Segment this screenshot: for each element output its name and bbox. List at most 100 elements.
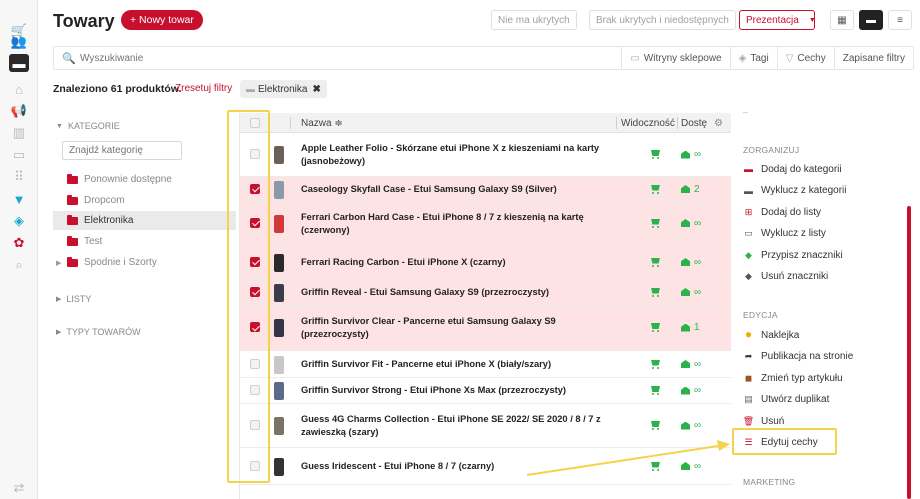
stock-indicator: ∞ xyxy=(681,287,701,298)
search-icon[interactable]: ⌕ xyxy=(9,256,29,274)
action-folder-remove[interactable]: ▬ Wyklucz z kategorii xyxy=(743,183,847,199)
chevron-right-icon[interactable]: ▶ xyxy=(56,259,61,267)
table-row[interactable]: Griffin Survivor Clear - Pancerne etui S… xyxy=(240,305,731,351)
products-table: Nazwa ≑ Widoczność Dostę ⚙ Apple Leather… xyxy=(239,113,731,499)
product-name[interactable]: Caseology Skyfall Case - Etui Samsung Ga… xyxy=(301,183,621,196)
product-name[interactable]: Griffin Survivor Fit - Pancerne etui iPh… xyxy=(301,358,621,371)
folder-icon xyxy=(67,173,78,184)
category-item-selected[interactable]: Elektronika xyxy=(53,211,236,230)
warehouse-icon xyxy=(681,323,690,332)
palette-icon[interactable]: ✿ xyxy=(9,234,29,252)
list-icon[interactable]: ▬ xyxy=(859,10,883,30)
product-name[interactable]: Ferrari Racing Carbon - Etui iPhone X (c… xyxy=(301,256,621,269)
archive-icon[interactable]: ▬ xyxy=(9,54,29,72)
filter-chip[interactable]: ▬ Elektronika ✖ xyxy=(240,80,327,98)
tag-icon[interactable]: ◈ xyxy=(9,212,29,230)
compact-list-icon[interactable]: ≡ xyxy=(888,10,912,30)
action-share[interactable]: ➦ Publikacja na stronie xyxy=(743,349,854,365)
filter-hidden-button[interactable]: Nie ma ukrytych xyxy=(491,10,577,30)
stock-indicator: ∞ xyxy=(681,461,701,472)
categories-header[interactable]: ▼ KATEGORIE xyxy=(56,121,120,131)
table-row[interactable]: Griffin Survivor Strong - Etui iPhone Xs… xyxy=(240,378,731,404)
types-header[interactable]: ▶ TYPY TOWARÓW xyxy=(56,327,141,337)
action-tag-add[interactable]: ◆ Przypisz znaczniki xyxy=(743,247,843,263)
lists-header[interactable]: ▶ LISTY xyxy=(56,294,91,304)
storefront-filter[interactable]: ▭ Witryny sklepowe xyxy=(621,46,729,70)
chart-icon[interactable]: ▥ xyxy=(9,124,29,142)
column-divider xyxy=(677,117,678,129)
product-name[interactable]: Apple Leather Folio - Skórzane etui iPho… xyxy=(301,142,621,168)
tag-icon: ◈ xyxy=(738,52,747,64)
table-row[interactable]: Apple Leather Folio - Skórzane etui iPho… xyxy=(240,133,731,177)
action-list-remove[interactable]: ▭ Wyklucz z listy xyxy=(743,226,826,242)
product-name[interactable]: Griffin Survivor Strong - Etui iPhone Xs… xyxy=(301,384,621,397)
gear-icon[interactable]: ⚙ xyxy=(714,113,723,133)
users-icon[interactable]: 👥 xyxy=(9,33,29,51)
category-item[interactable]: ▶ Spodnie i Szorty xyxy=(53,253,236,272)
megaphone-icon[interactable]: 📢 xyxy=(9,102,29,120)
folder-icon xyxy=(67,235,78,246)
sticker-icon: ✹ xyxy=(744,329,753,340)
col-name[interactable]: Nazwa ≑ xyxy=(301,113,343,133)
icon-rail: 🛒 👥 ▬ ⌂ 📢 ▥ ▭ ⠿ ▼ ◈ ✿ ⌕ ⇄ xyxy=(0,0,38,499)
results-count: Znaleziono 61 produktów. xyxy=(53,83,182,95)
box-icon[interactable]: ▭ xyxy=(9,146,29,164)
swap-icon[interactable]: ⇄ xyxy=(9,479,29,497)
warehouse-icon xyxy=(681,185,690,193)
action-tag-remove[interactable]: ◆ Usuń znaczniki xyxy=(743,269,828,285)
chevron-right-icon: ▶ xyxy=(56,329,62,336)
table-row[interactable]: Griffin Survivor Fit - Pancerne etui iPh… xyxy=(240,351,731,378)
cart-icon xyxy=(651,360,661,369)
scrollbar[interactable] xyxy=(907,206,911,499)
category-item[interactable]: Test xyxy=(53,232,236,251)
apps-icon[interactable]: ⠿ xyxy=(9,168,29,186)
product-name[interactable]: Ferrari Carbon Hard Case - Etui iPhone 8… xyxy=(301,211,621,237)
reset-filters-link[interactable]: Zresetuj filtry xyxy=(175,83,232,94)
table-row[interactable]: Guess 4G Charms Collection - Etui iPhone… xyxy=(240,404,731,448)
action-sticker[interactable]: ✹ Naklejka xyxy=(743,327,800,343)
cart-icon xyxy=(651,185,661,194)
warehouse-icon xyxy=(681,360,690,368)
table-row[interactable]: Ferrari Racing Carbon - Etui iPhone X (c… xyxy=(240,245,731,280)
grid-icon[interactable]: ▦ xyxy=(830,10,854,30)
product-name[interactable]: Guess Iridescent - Etui iPhone 8 / 7 (cz… xyxy=(301,460,621,473)
duplicate-icon: ▤ xyxy=(744,394,753,404)
list-add-icon: ⊞ xyxy=(744,206,753,217)
action-duplicate[interactable]: ▤ Utwórz duplikat xyxy=(743,392,829,408)
warehouse-icon xyxy=(681,462,690,470)
table-row[interactable]: Ferrari Carbon Hard Case - Etui iPhone 8… xyxy=(240,202,731,245)
presentation-select[interactable]: Prezentacja ▼ xyxy=(739,10,816,30)
tags-filter[interactable]: ◈ Tagi xyxy=(729,46,777,70)
stock-indicator: ∞ xyxy=(681,218,701,229)
table-row[interactable]: Guess Iridescent - Etui iPhone 8 / 7 (cz… xyxy=(240,448,731,485)
product-name[interactable]: Griffin Reveal - Etui Samsung Galaxy S9 … xyxy=(301,286,621,299)
action-trash[interactable]: 🗑 Usuń xyxy=(742,413,785,429)
category-item[interactable]: Ponownie dostępne xyxy=(53,170,236,189)
table-row[interactable]: Caseology Skyfall Case - Etui Samsung Ga… xyxy=(240,177,731,202)
search-input[interactable] xyxy=(76,52,622,64)
col-availability[interactable]: Dostę xyxy=(681,113,707,133)
saved-filters[interactable]: Zapisane filtry xyxy=(833,46,913,70)
action-list-add[interactable]: ⊞ Dodaj do listy xyxy=(743,204,821,220)
trash-icon: 🗑 xyxy=(742,415,755,426)
product-thumbnail xyxy=(274,146,284,164)
features-filter[interactable]: ▽ Cechy xyxy=(776,46,834,70)
panel-cutoff: – xyxy=(743,107,748,117)
table-row[interactable]: Griffin Reveal - Etui Samsung Galaxy S9 … xyxy=(240,280,731,305)
stock-indicator: ∞ xyxy=(681,149,701,160)
category-search-input[interactable] xyxy=(62,141,182,160)
chevron-down-icon: ▼ xyxy=(56,122,63,130)
marketing-header: MARKETING xyxy=(743,477,796,487)
funnel-icon[interactable]: ▼ xyxy=(9,190,29,208)
category-item[interactable]: Dropcom xyxy=(53,191,236,210)
action-box[interactable]: ◼ Zmień typ artykułu xyxy=(743,370,843,386)
new-product-button[interactable]: + Nowy towar xyxy=(121,10,203,30)
organize-header: ZORGANIZUJ xyxy=(743,145,800,155)
home-icon[interactable]: ⌂ xyxy=(9,80,29,98)
close-icon[interactable]: ✖ xyxy=(312,84,320,95)
col-visibility[interactable]: Widoczność xyxy=(621,113,675,133)
action-folder-add[interactable]: ▬ Dodaj do kategorii xyxy=(743,161,842,177)
product-name[interactable]: Griffin Survivor Clear - Pancerne etui S… xyxy=(301,315,621,341)
filter-missing-button[interactable]: Brak ukrytych i niedostępnych xyxy=(589,10,736,30)
product-name[interactable]: Guess 4G Charms Collection - Etui iPhone… xyxy=(301,413,621,439)
